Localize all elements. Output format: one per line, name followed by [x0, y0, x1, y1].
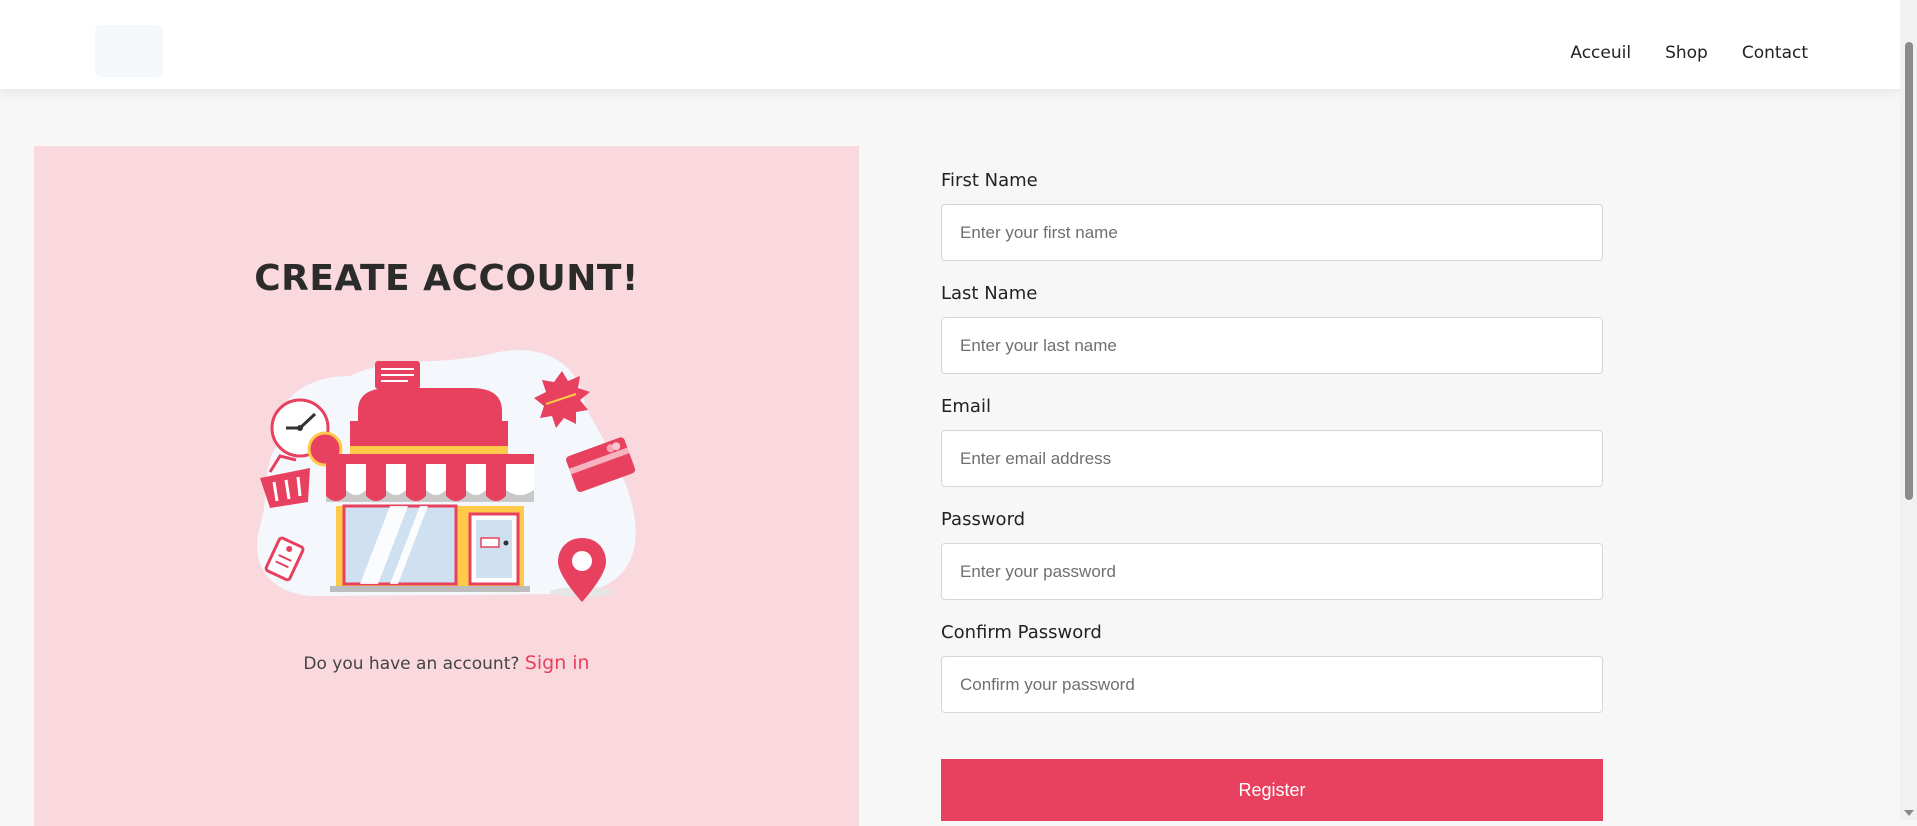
password-field-group: Password — [941, 509, 1603, 600]
signin-link[interactable]: Sign in — [525, 652, 590, 674]
register-button[interactable]: Register — [941, 759, 1603, 821]
nav-link-contact[interactable]: Contact — [1742, 43, 1808, 63]
email-field-group: Email — [941, 396, 1603, 487]
storefront-illustration — [257, 350, 636, 602]
last-name-input[interactable] — [941, 317, 1603, 374]
first-name-label: First Name — [941, 170, 1038, 191]
email-input[interactable] — [941, 430, 1603, 487]
last-name-field-group: Last Name — [941, 283, 1603, 374]
confirm-password-input[interactable] — [941, 656, 1603, 713]
first-name-input[interactable] — [941, 204, 1603, 261]
create-account-panel: CREATE ACCOUNT! Do you have an account? … — [34, 146, 859, 826]
first-name-field-group: First Name — [941, 170, 1603, 261]
signin-prompt-text: Do you have an account? — [303, 654, 520, 674]
top-navbar: Acceuil Shop Contact — [0, 0, 1900, 89]
password-input[interactable] — [941, 543, 1603, 600]
nav-link-shop[interactable]: Shop — [1665, 43, 1708, 63]
nav-link-acceuil[interactable]: Acceuil — [1570, 43, 1631, 63]
scroll-down-arrow-icon[interactable] — [1904, 810, 1914, 816]
logo[interactable] — [95, 25, 163, 77]
confirm-password-field-group: Confirm Password — [941, 622, 1603, 713]
password-label: Password — [941, 509, 1026, 530]
registration-form: First Name Last Name Email Password Conf… — [941, 170, 1603, 821]
last-name-label: Last Name — [941, 283, 1038, 304]
main-nav: Acceuil Shop Contact — [1570, 43, 1808, 63]
page-title: CREATE ACCOUNT! — [254, 258, 639, 299]
signin-prompt-row: Do you have an account? Sign in — [34, 652, 859, 674]
scrollbar-thumb[interactable] — [1905, 42, 1913, 500]
email-label: Email — [941, 396, 991, 417]
page-scrollbar[interactable] — [1900, 0, 1917, 820]
confirm-password-label: Confirm Password — [941, 622, 1102, 643]
